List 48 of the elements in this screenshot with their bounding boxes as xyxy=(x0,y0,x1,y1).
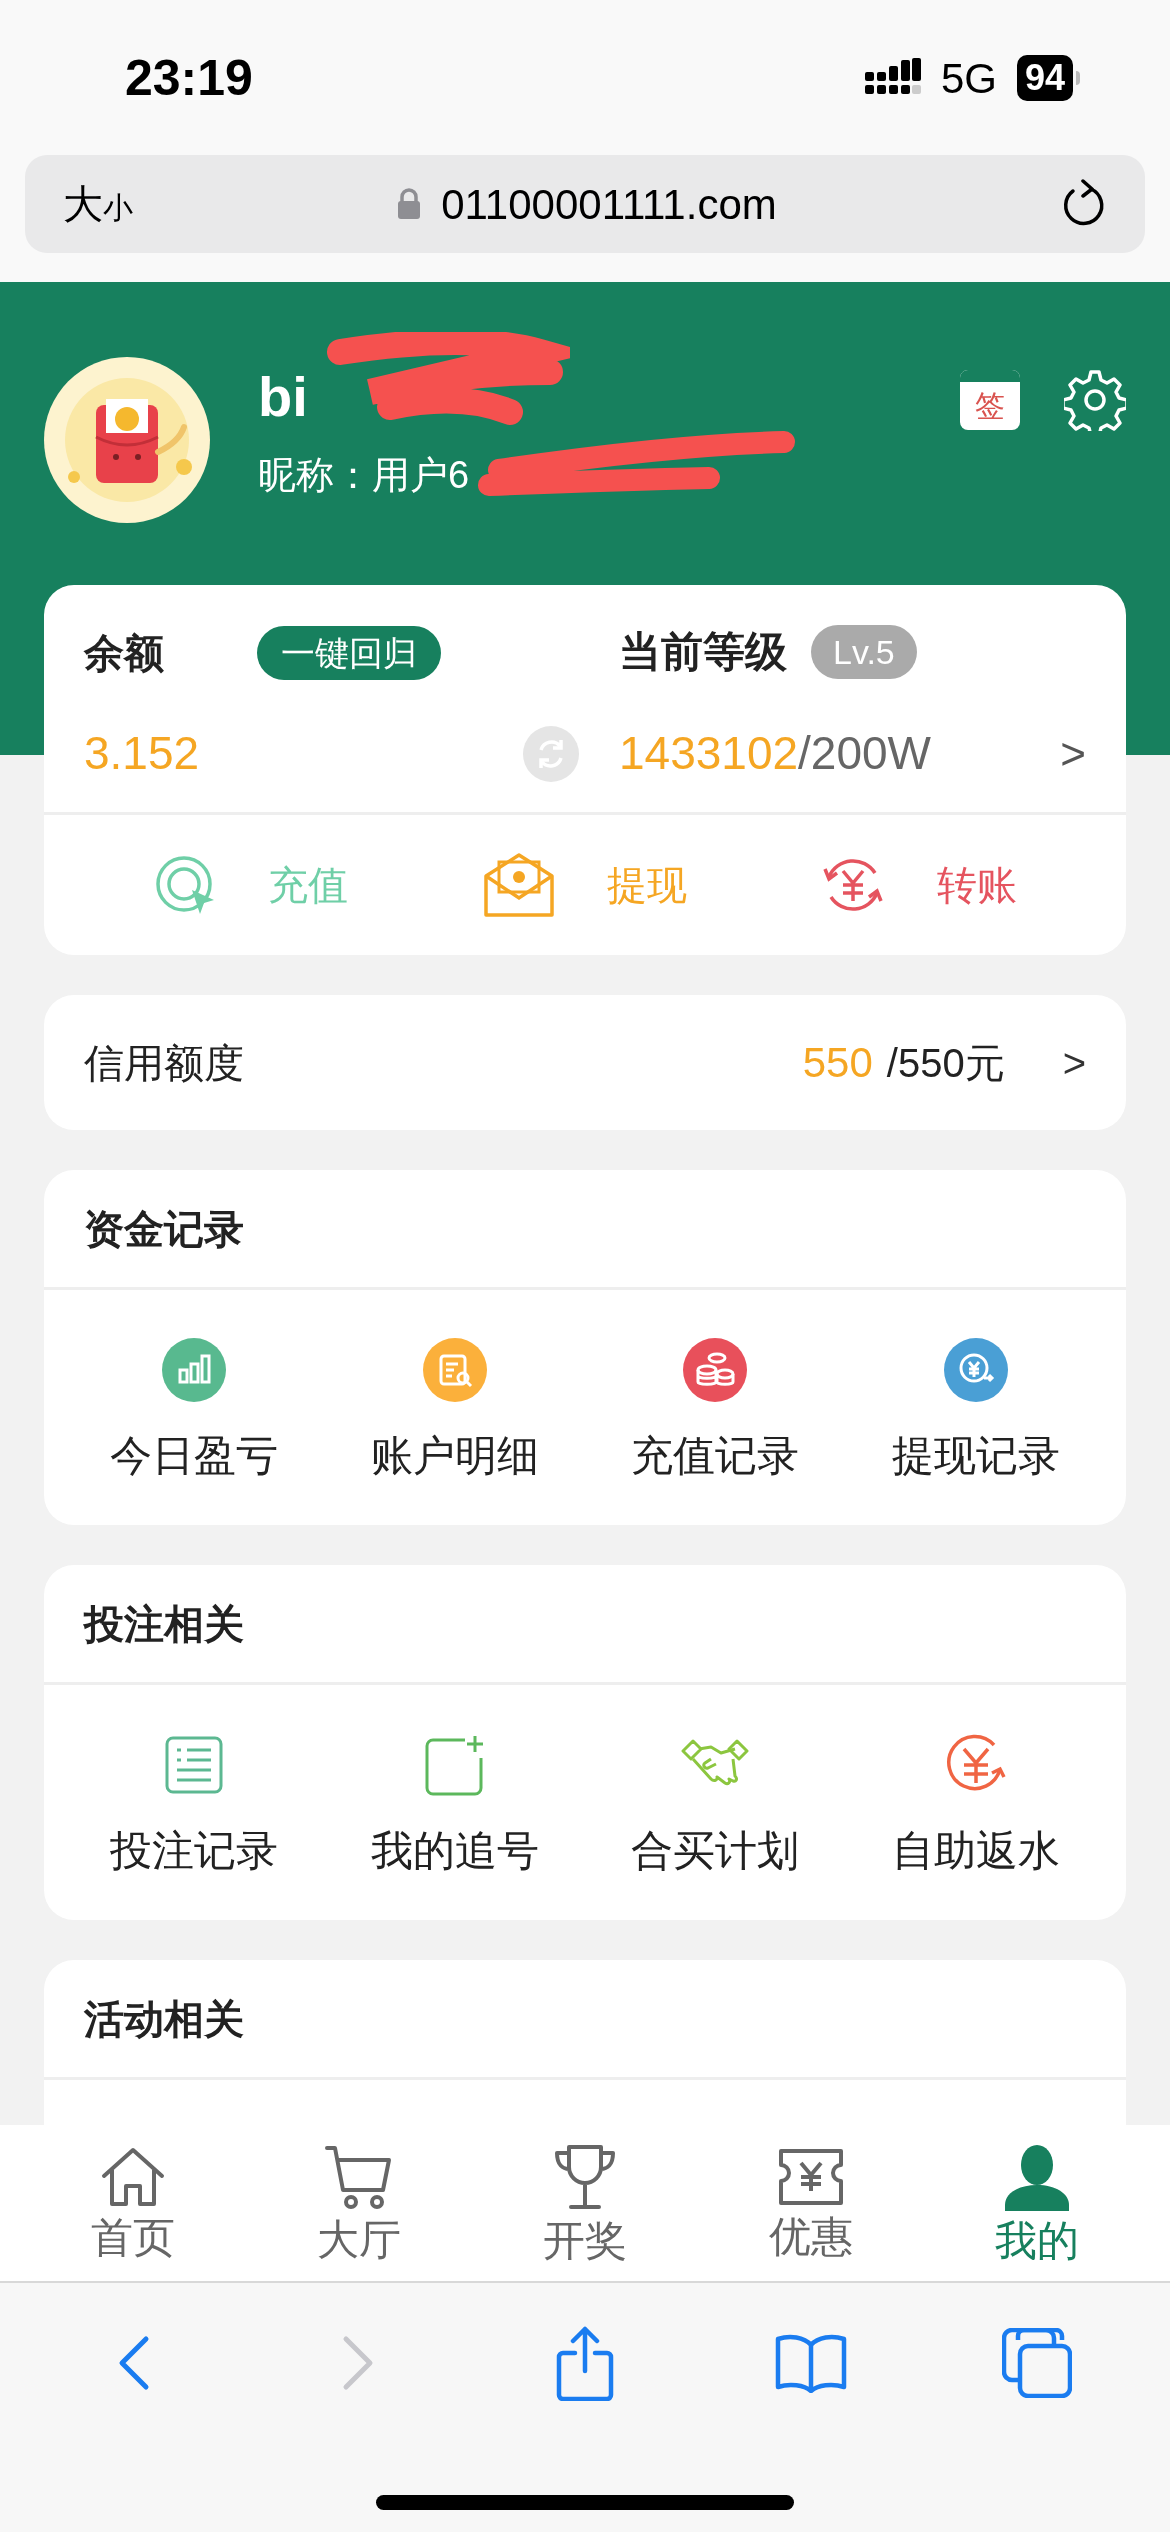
menu-item-label[interactable]: 我的追号 xyxy=(370,1819,539,1882)
points-total: /200W xyxy=(798,726,932,781)
settings-icon[interactable] xyxy=(1064,369,1126,431)
network-label: 5G xyxy=(940,53,997,104)
status-time: 23:19 xyxy=(125,48,253,108)
chevron-text[interactable]: > xyxy=(1060,720,1086,787)
credit-card[interactable]: 信用额度 550 /550元 > xyxy=(44,995,1126,1130)
menu-item-label[interactable]: 今日盈亏 xyxy=(110,1424,279,1487)
tab[interactable]: 优惠 xyxy=(698,2125,924,2281)
address-bar[interactable]: 大小 01100001111.com xyxy=(25,155,1145,253)
menu-item-label[interactable]: 投注记录 xyxy=(110,1819,279,1882)
lock-icon xyxy=(397,188,422,220)
return-button[interactable]: 一键回归 xyxy=(257,626,441,680)
section-title: 投注相关 xyxy=(84,1600,244,1648)
tab[interactable]: 大厅 xyxy=(246,2125,472,2281)
section-title: 资金记录 xyxy=(84,1205,244,1253)
level-badge: Lv.5 xyxy=(811,624,917,679)
text-size-button[interactable]: 大小 xyxy=(63,174,133,234)
battery-indicator: 94 xyxy=(1016,55,1080,101)
points-value: 1433102 xyxy=(619,726,799,781)
user-icon xyxy=(1003,2143,1071,2211)
tab[interactable]: 首页 xyxy=(20,2125,246,2281)
action-label[interactable]: 转账 xyxy=(937,855,1017,915)
section-title: 活动相关 xyxy=(84,1995,244,2043)
credit-total: /550元 xyxy=(886,1039,1005,1087)
chevron-text[interactable]: > xyxy=(1062,1032,1086,1093)
tab[interactable]: 开奖 xyxy=(472,2125,698,2281)
cart-icon xyxy=(325,2144,393,2210)
balance-value: 3.152 xyxy=(84,726,200,781)
tabs-icon[interactable] xyxy=(1002,2328,1072,2398)
menu-item-label[interactable]: 充值记录 xyxy=(631,1424,800,1487)
credit-label: 信用额度 xyxy=(84,1039,244,1087)
menu-item-label[interactable]: 合买计划 xyxy=(631,1819,800,1882)
level-label: 当前等级 xyxy=(619,627,787,677)
menu-item-label[interactable]: 自助返水 xyxy=(891,1819,1060,1882)
credit-used: 550 xyxy=(802,1038,873,1088)
menu-item-label[interactable]: 提现记录 xyxy=(891,1424,1060,1487)
username: bi xyxy=(258,364,308,430)
tab[interactable]: 我的 xyxy=(924,2125,1150,2281)
share-icon[interactable] xyxy=(555,2325,615,2401)
sign-in-icon[interactable]: 签 xyxy=(960,370,1020,430)
balance-label: 余额 xyxy=(84,630,164,677)
coupon-icon xyxy=(777,2147,845,2207)
home-icon xyxy=(100,2146,166,2208)
nickname-text: 昵称：用户6 xyxy=(258,452,470,498)
bookmarks-icon[interactable] xyxy=(774,2333,848,2393)
menu-item-label[interactable]: 账户明细 xyxy=(370,1424,539,1487)
url-text: 01100001111.com xyxy=(441,179,777,230)
